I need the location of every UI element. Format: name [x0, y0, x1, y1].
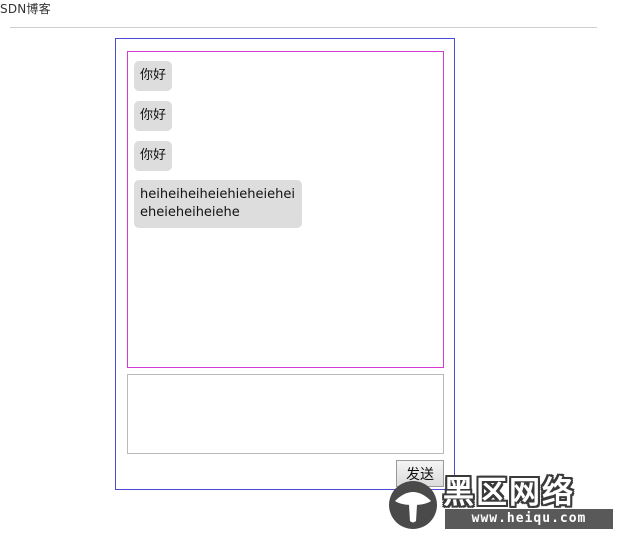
chat-message: 你好 [134, 141, 173, 171]
site-title: SDN博客 [0, 2, 51, 16]
header-divider [10, 27, 597, 28]
chat-message: 你好 [134, 101, 173, 131]
watermark: 黑区网络 www.heiqu.com [385, 475, 615, 531]
watermark-url: www.heiqu.com [445, 509, 613, 529]
chat-message: heiheiheiheiehieheiehei eheieheiheiehe [134, 180, 302, 228]
watermark-title: 黑区网络 [443, 475, 575, 511]
message-input[interactable] [127, 374, 444, 454]
mushroom-logo-icon [389, 481, 437, 529]
chat-window: 你好 你好 你好 heiheiheiheiehieheiehei eheiehe… [115, 38, 455, 490]
message-list[interactable]: 你好 你好 你好 heiheiheiheiehieheiehei eheiehe… [127, 51, 444, 368]
chat-message: 你好 [134, 61, 173, 91]
